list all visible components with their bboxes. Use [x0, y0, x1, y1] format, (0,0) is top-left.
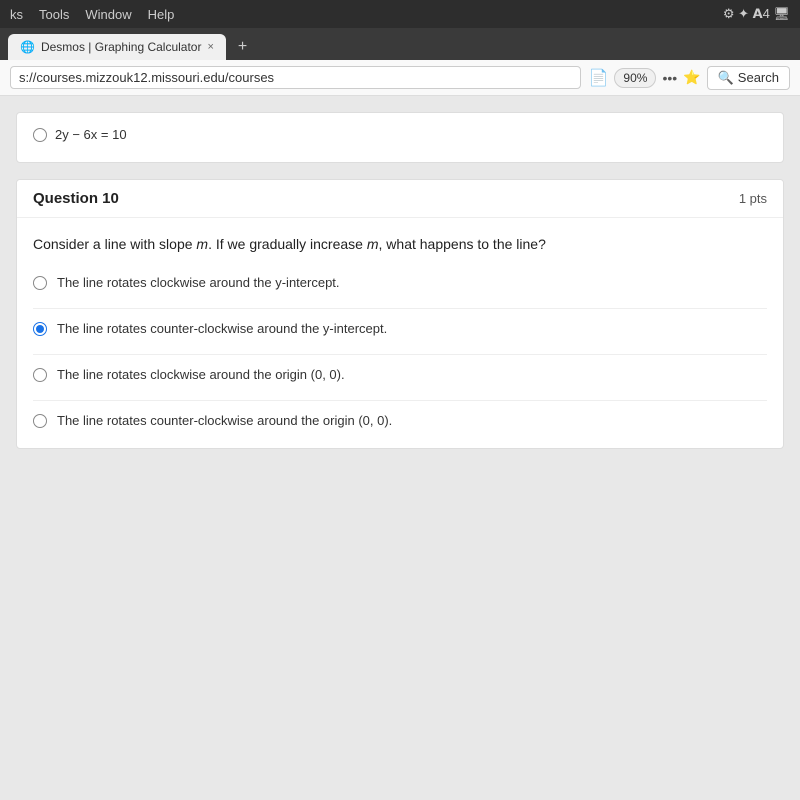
prev-option: 2y − 6x = 10: [33, 127, 767, 142]
new-tab-button[interactable]: +: [230, 34, 255, 60]
zoom-level[interactable]: 90%: [614, 68, 656, 88]
active-tab[interactable]: 🌐 Desmos | Graphing Calculator ×: [8, 34, 226, 60]
address-controls: 📄 90% ••• ⭐ 🔍 Search: [589, 66, 791, 90]
tab-bar: 🌐 Desmos | Graphing Calculator × +: [0, 28, 800, 60]
menu-ks[interactable]: ks: [10, 7, 23, 22]
search-button[interactable]: 🔍 Search: [707, 66, 790, 90]
option-label-2: The line rotates counter-clockwise aroun…: [57, 321, 387, 336]
title-bar-right: ⚙ ✦ 𝗔4 🖥: [723, 6, 790, 22]
address-bar: 📄 90% ••• ⭐ 🔍 Search: [0, 60, 800, 96]
system-icons: ⚙ ✦ 𝗔4 🖥: [723, 6, 790, 22]
prev-question-fragment: 2y − 6x = 10: [16, 112, 784, 163]
question-header: Question 10 1 pts: [17, 180, 783, 218]
question-points: 1 pts: [739, 191, 767, 206]
menu-help[interactable]: Help: [148, 7, 175, 22]
option-label-1: The line rotates clockwise around the y-…: [57, 275, 340, 290]
radio-option-2[interactable]: [33, 322, 47, 336]
option-item-2[interactable]: The line rotates counter-clockwise aroun…: [33, 308, 767, 340]
url-input[interactable]: [10, 66, 581, 89]
question-text: Consider a line with slope m. If we grad…: [33, 234, 767, 255]
search-icon: 🔍: [718, 70, 734, 86]
page-icon: 📄: [589, 68, 609, 88]
title-bar: ks Tools Window Help ⚙ ✦ 𝗔4 🖥: [0, 0, 800, 28]
question-card: Question 10 1 pts Consider a line with s…: [16, 179, 784, 449]
option-label-3: The line rotates clockwise around the or…: [57, 367, 345, 382]
menu-tools[interactable]: Tools: [39, 7, 69, 22]
search-label: Search: [738, 70, 779, 85]
prev-radio[interactable]: [33, 128, 47, 142]
tab-favicon: 🌐: [20, 40, 35, 54]
option-item-3[interactable]: The line rotates clockwise around the or…: [33, 354, 767, 386]
content-area: 2y − 6x = 10 Question 10 1 pts Consider …: [0, 96, 800, 800]
tab-title: Desmos | Graphing Calculator: [41, 40, 202, 54]
option-label-4: The line rotates counter-clockwise aroun…: [57, 413, 392, 428]
question-title: Question 10: [33, 190, 119, 207]
radio-option-1[interactable]: [33, 276, 47, 290]
more-options[interactable]: •••: [662, 70, 677, 86]
option-item-1[interactable]: The line rotates clockwise around the y-…: [33, 275, 767, 294]
question-body: Consider a line with slope m. If we grad…: [17, 218, 783, 448]
bookmark-icon[interactable]: ⭐: [683, 69, 700, 86]
option-item-4[interactable]: The line rotates counter-clockwise aroun…: [33, 400, 767, 432]
radio-option-4[interactable]: [33, 414, 47, 428]
menu-bar[interactable]: ks Tools Window Help: [10, 7, 174, 22]
radio-option-3[interactable]: [33, 368, 47, 382]
menu-window[interactable]: Window: [85, 7, 131, 22]
options-list: The line rotates clockwise around the y-…: [33, 275, 767, 432]
tab-close-button[interactable]: ×: [207, 41, 213, 53]
prev-equation: 2y − 6x = 10: [55, 127, 127, 142]
